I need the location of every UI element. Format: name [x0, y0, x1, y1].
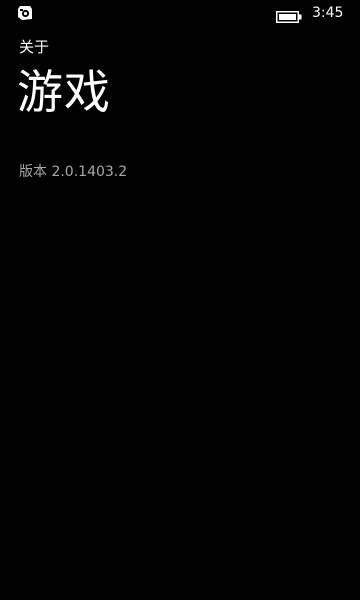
game-app-icon — [17, 5, 33, 21]
page-title: 游戏 — [17, 65, 111, 119]
battery-icon — [276, 8, 302, 23]
version-number: 2.0.1403.2 — [51, 164, 128, 180]
section-title: 关于 — [19, 38, 50, 56]
status-time: 3:45 — [312, 5, 344, 21]
version-label: 版本 — [19, 164, 47, 180]
version-info: 版本 2.0.1403.2 — [19, 162, 127, 182]
status-bar: 3:45 — [0, 0, 360, 28]
